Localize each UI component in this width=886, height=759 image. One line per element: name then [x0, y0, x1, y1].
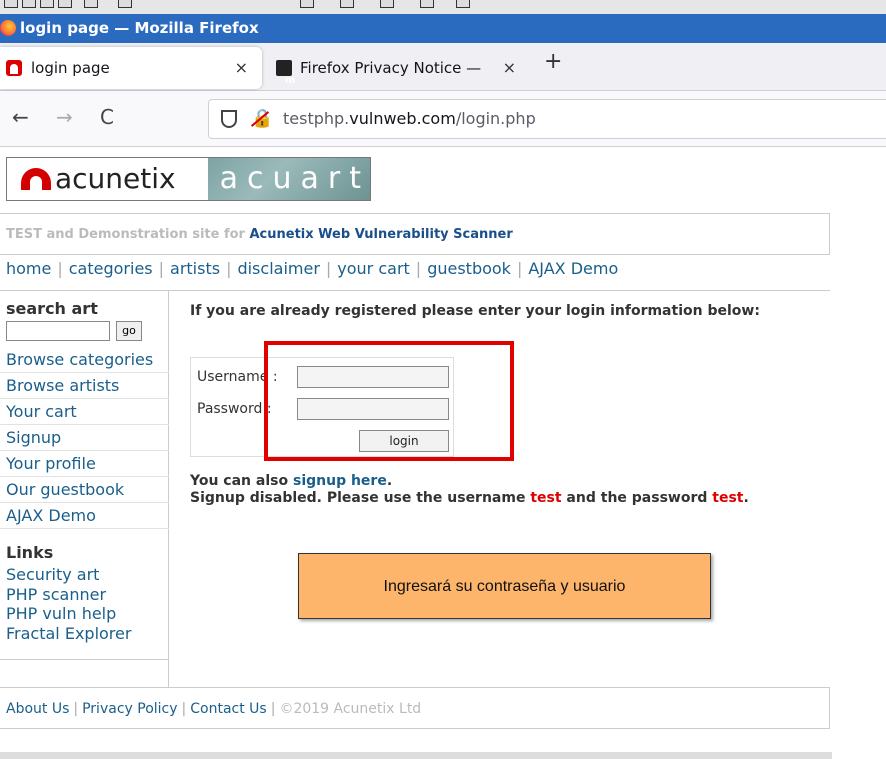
window-title: login page — Mozilla Firefox — [20, 19, 259, 37]
firefox-icon — [0, 20, 16, 36]
link-fractal-explorer[interactable]: Fractal Explorer — [6, 624, 131, 644]
web-page: acunetix acuart TEST and Demonstration s… — [0, 147, 886, 759]
links-heading: Links — [6, 543, 54, 562]
signup-link[interactable]: signup here — [293, 473, 387, 489]
url-prefix: testphp. — [283, 109, 350, 128]
sidebar-item-browse-artists[interactable]: Browse artists — [0, 373, 169, 399]
menu-ajax-demo[interactable]: AJAX Demo — [528, 259, 618, 278]
top-menu: home | categories | artists | disclaimer | your … — [0, 255, 830, 291]
url-path: /login.php — [455, 109, 536, 128]
close-tab-icon[interactable]: × — [503, 47, 516, 89]
toolbar-icon[interactable] — [118, 0, 132, 8]
site-tagline: TEST and Demonstration site for Acunetix… — [0, 213, 830, 255]
demo-password: test — [712, 490, 744, 506]
tab-label: Firefox Privacy Notice — — [300, 59, 482, 77]
logo-brand: acunetix — [55, 162, 176, 195]
sidebar-item-browse-categories[interactable]: Browse categories — [0, 347, 169, 373]
footer-contact-link[interactable]: Contact Us — [190, 701, 266, 717]
toolbar-icon[interactable] — [40, 0, 54, 8]
close-tab-icon[interactable]: × — [235, 47, 248, 89]
tab-strip: login page × m Firefox Privacy Notice — … — [0, 43, 886, 91]
system-toolbar — [0, 0, 886, 14]
signup-info: You can also signup here. Signup disable… — [190, 473, 830, 507]
tab-privacy-notice[interactable]: m Firefox Privacy Notice — × — [270, 47, 530, 89]
sidebar-item-signup[interactable]: Signup — [0, 425, 169, 451]
acunetix-logo-icon — [21, 168, 51, 190]
new-tab-button[interactable]: + — [544, 49, 562, 74]
login-intro: If you are already registered please ent… — [190, 303, 760, 319]
credentials-suffix: . — [743, 490, 749, 506]
tracking-shield-icon[interactable] — [221, 110, 237, 128]
url-host: vulnweb.com — [349, 109, 456, 128]
credentials-prefix: Signup disabled. Please use the username — [190, 490, 531, 506]
search-go-button[interactable]: go — [116, 321, 142, 341]
toolbar-icon[interactable] — [84, 0, 98, 8]
footer-about-link[interactable]: About Us — [6, 701, 69, 717]
credentials-mid: and the password — [561, 490, 713, 506]
acunetix-favicon-icon — [6, 60, 22, 76]
signup-suffix: . — [386, 473, 393, 489]
search-heading: search art — [6, 299, 98, 318]
toolbar-icon[interactable] — [380, 0, 394, 8]
sidebar-nav: Browse categories Browse artists Your ca… — [0, 347, 169, 529]
page-bottom-bar — [0, 752, 832, 759]
address-bar[interactable]: 🔒 testphp.vulnweb.com/login.php — [208, 99, 886, 139]
page-footer: About Us | Privacy Policy | Contact Us | ©2019… — [0, 687, 830, 729]
menu-home[interactable]: home — [6, 259, 51, 278]
highlight-box — [264, 341, 514, 461]
menu-disclaimer[interactable]: disclaimer — [237, 259, 319, 278]
navigation-bar: ← → C 🔒 testphp.vulnweb.com/login.php — [0, 91, 886, 147]
toolbar-icon[interactable] — [22, 0, 36, 8]
menu-your-cart[interactable]: your cart — [337, 259, 410, 278]
footer-copyright: ©2019 Acunetix Ltd — [279, 701, 422, 717]
site-logo[interactable]: acunetix acuart — [6, 157, 371, 201]
menu-categories[interactable]: categories — [69, 259, 153, 278]
annotation-callout: Ingresará su contraseña y usuario — [298, 553, 711, 619]
links-list: Security art PHP scanner PHP vuln help F… — [6, 565, 131, 643]
back-icon[interactable]: ← — [12, 105, 29, 129]
forward-icon[interactable]: → — [56, 105, 73, 129]
toolbar-icon[interactable] — [300, 0, 314, 8]
demo-username: test — [530, 490, 562, 506]
login-content: If you are already registered please ent… — [190, 303, 820, 506]
sidebar-divider — [0, 659, 169, 660]
mozilla-favicon-icon: m — [276, 60, 295, 86]
link-security-art[interactable]: Security art — [6, 565, 131, 585]
link-php-vuln-help[interactable]: PHP vuln help — [6, 604, 131, 624]
menu-artists[interactable]: artists — [170, 259, 220, 278]
reload-icon[interactable]: C — [100, 105, 114, 129]
toolbar-icon[interactable] — [340, 0, 354, 8]
sidebar-item-your-profile[interactable]: Your profile — [0, 451, 169, 477]
sidebar-item-your-cart[interactable]: Your cart — [0, 399, 169, 425]
footer-privacy-link[interactable]: Privacy Policy — [82, 701, 177, 717]
tagline-link[interactable]: Acunetix Web Vulnerability Scanner — [250, 227, 513, 242]
sidebar-item-ajax-demo[interactable]: AJAX Demo — [0, 503, 169, 529]
tagline-prefix: TEST and Demonstration site for — [6, 227, 250, 242]
toolbar-icon[interactable] — [420, 0, 434, 8]
left-sidebar: search art go Browse categories Browse a… — [0, 291, 169, 687]
search-form: go — [6, 321, 142, 341]
menu-guestbook[interactable]: guestbook — [427, 259, 511, 278]
toolbar-icon[interactable] — [456, 0, 470, 8]
signup-prefix: You can also — [190, 473, 293, 489]
logo-product: acuart — [207, 158, 370, 200]
tab-label: login page — [31, 59, 110, 77]
link-php-scanner[interactable]: PHP scanner — [6, 585, 131, 605]
insecure-lock-icon[interactable]: 🔒 — [251, 100, 273, 138]
window-titlebar: login page — Mozilla Firefox — [0, 14, 886, 43]
toolbar-icon[interactable] — [58, 0, 72, 8]
toolbar-icon[interactable] — [4, 0, 18, 8]
sidebar-item-our-guestbook[interactable]: Our guestbook — [0, 477, 169, 503]
search-input[interactable] — [6, 321, 110, 341]
tab-login-page[interactable]: login page × — [0, 47, 262, 89]
password-label: Password : — [197, 401, 272, 417]
